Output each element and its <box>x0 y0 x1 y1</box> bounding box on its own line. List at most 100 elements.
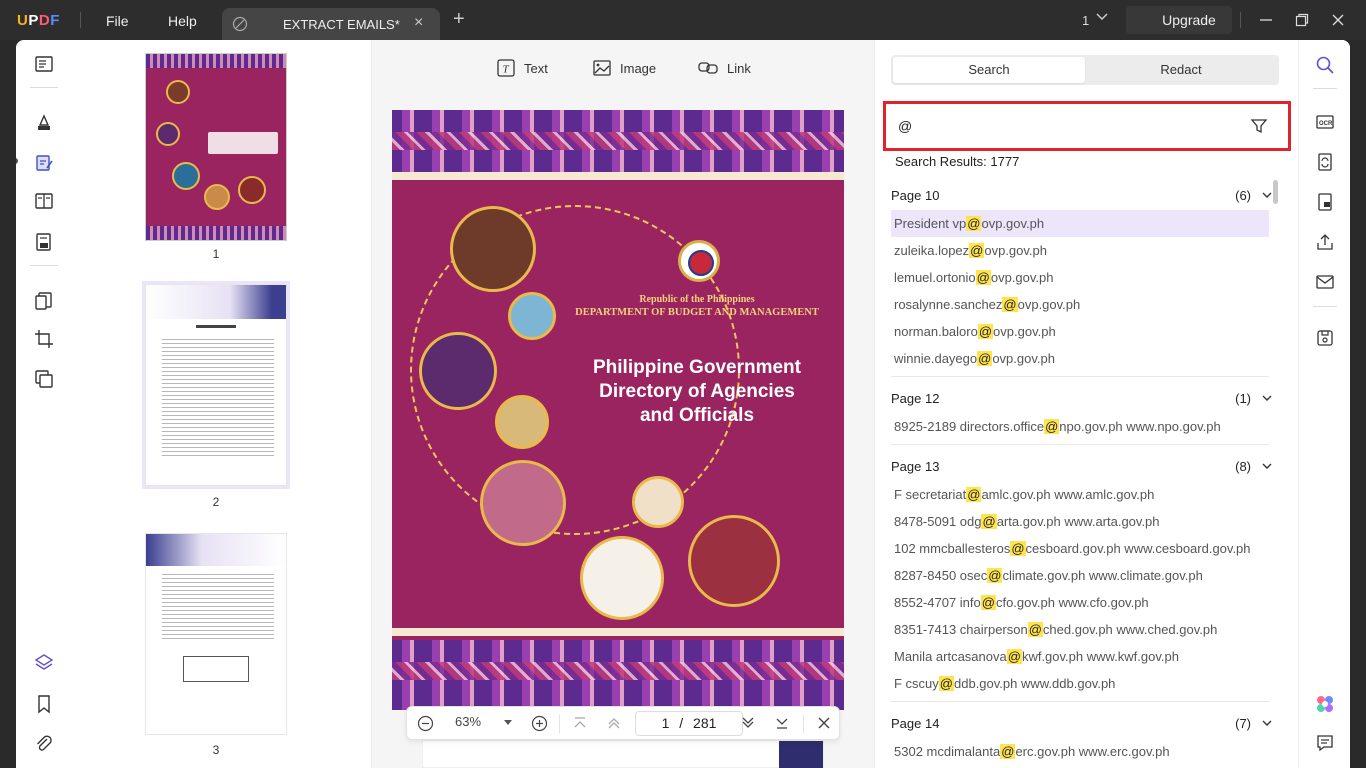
batch-tools-icon[interactable] <box>33 368 55 390</box>
page-organize-icon[interactable] <box>33 190 55 212</box>
search-result-item[interactable]: 8287-8450 osec@climate.gov.ph www.climat… <box>891 562 1275 589</box>
menu-file[interactable]: File <box>106 13 129 29</box>
result-text: Manila artcasanova <box>894 649 1007 664</box>
new-tab-icon[interactable]: + <box>453 9 465 29</box>
next-page-icon[interactable] <box>741 716 755 730</box>
previous-page-icon[interactable] <box>607 716 621 730</box>
filter-icon[interactable] <box>1250 117 1268 135</box>
menu-help[interactable]: Help <box>168 13 197 29</box>
ocr-icon[interactable]: OCR <box>1315 112 1335 132</box>
page-number-field[interactable]: 1 / 281 <box>635 711 743 736</box>
result-match: @ <box>977 324 994 339</box>
document-tab[interactable]: EXTRACT EMAILS* × <box>222 8 440 40</box>
form-fill-icon[interactable] <box>33 231 55 253</box>
search-result-item[interactable]: winnie.dayego@ovp.gov.ph <box>891 345 1275 372</box>
result-text: npo.gov.ph www.npo.gov.ph <box>1059 419 1221 434</box>
result-group-header[interactable]: Page 14 (7) <box>891 708 1275 738</box>
result-text: ovp.gov.ph <box>1017 297 1081 312</box>
search-results-list: Page 10 (6) President vp@ovp.gov.ph zule… <box>891 180 1275 768</box>
protect-icon[interactable] <box>1315 192 1335 212</box>
comment-highlighter-icon[interactable] <box>33 112 55 134</box>
email-icon[interactable] <box>1315 272 1335 292</box>
add-image-button[interactable]: Image <box>592 56 656 80</box>
search-result-item[interactable]: F cscuy@ddb.gov.ph www.ddb.gov.ph <box>891 670 1275 697</box>
share-icon[interactable] <box>1315 232 1335 252</box>
search-result-item[interactable]: 8925-2189 directors.office@npo.gov.ph ww… <box>891 413 1275 440</box>
result-group-header[interactable]: Page 12 (1) <box>891 383 1275 413</box>
fish-illustration <box>508 292 556 340</box>
zoom-level[interactable]: 63% <box>455 714 481 729</box>
flower-illustration <box>632 476 684 528</box>
reader-icon[interactable] <box>33 53 55 75</box>
search-result-item[interactable]: norman.baloro@ovp.gov.ph <box>891 318 1275 345</box>
close-window-icon[interactable] <box>1330 12 1346 28</box>
last-page-icon[interactable] <box>775 716 789 730</box>
right-toolbar: OCR <box>1298 40 1350 768</box>
search-result-item[interactable]: F secretariat@amlc.gov.ph www.amlc.gov.p… <box>891 481 1275 508</box>
result-match: @ <box>977 351 993 366</box>
group-divider <box>891 376 1269 377</box>
layers-icon[interactable] <box>33 652 55 674</box>
search-result-item[interactable]: zuleika.lopez@ovp.gov.ph <box>891 237 1275 264</box>
search-result-item[interactable]: lemuel.ortonio@ovp.gov.ph <box>891 264 1275 291</box>
bookmark-icon[interactable] <box>33 693 55 715</box>
search-result-item[interactable]: 102 mmcballesteros@cesboard.gov.ph www.c… <box>891 535 1275 562</box>
search-result-item[interactable]: President vp@ovp.gov.ph <box>891 210 1269 237</box>
decorative-border-top <box>392 110 844 172</box>
result-match: @ <box>969 243 985 258</box>
add-text-button[interactable]: T Text <box>496 56 548 80</box>
search-result-item[interactable]: Manila artcasanova@kwf.gov.ph www.kwf.go… <box>891 643 1275 670</box>
thumbnail-label: 3 <box>212 743 220 757</box>
thumb-header <box>146 534 286 566</box>
next-page-band <box>779 741 823 768</box>
crop-page-icon[interactable] <box>33 328 55 350</box>
result-text: ovp.gov.ph <box>981 216 1045 231</box>
minimize-icon[interactable] <box>1258 12 1274 28</box>
result-text: cesboard.gov.ph www.cesboard.gov.ph <box>1025 541 1251 556</box>
nav-separator <box>803 715 804 733</box>
restore-icon[interactable] <box>1294 12 1310 28</box>
result-group-header[interactable]: Page 10 (6) <box>891 180 1275 210</box>
group-divider <box>891 444 1269 445</box>
chevron-down-icon[interactable] <box>1261 460 1273 472</box>
comment-list-icon[interactable] <box>1315 733 1335 753</box>
thumbnail-label: 1 <box>212 247 220 261</box>
add-link-button[interactable]: Link <box>697 56 751 80</box>
image-tool-label: Image <box>620 60 657 76</box>
chevron-down-icon[interactable] <box>1261 717 1273 729</box>
chevron-down-icon[interactable] <box>1095 10 1109 24</box>
search-result-item[interactable]: rosalynne.sanchez@ovp.gov.ph <box>891 291 1275 318</box>
page-thumbnail-2[interactable] <box>145 284 287 486</box>
text-tool-label: Text <box>524 60 548 76</box>
save-icon[interactable] <box>1315 328 1335 348</box>
search-results-count: Search Results: 1777 <box>895 154 1020 169</box>
page-thumbnail-1[interactable] <box>145 53 287 241</box>
thumb-heading-line <box>196 325 236 328</box>
search-result-item[interactable]: 8351-7413 chairperson@ched.gov.ph www.ch… <box>891 616 1275 643</box>
edit-pdf-icon[interactable] <box>33 152 55 174</box>
search-result-item[interactable]: 8478-5091 odg@arta.gov.ph www.arta.gov.p… <box>891 508 1275 535</box>
window-count[interactable]: 1 <box>1082 13 1089 28</box>
chevron-down-icon[interactable] <box>1261 392 1273 404</box>
upgrade-button[interactable]: Upgrade <box>1126 6 1232 34</box>
tab-redact[interactable]: Redact <box>1085 57 1277 83</box>
search-input[interactable] <box>892 110 1282 142</box>
zoom-out-icon[interactable] <box>417 715 434 732</box>
result-group-header[interactable]: Page 13 (8) <box>891 451 1275 481</box>
ai-assistant-icon[interactable] <box>1315 694 1335 714</box>
tab-close-icon[interactable]: × <box>414 14 423 32</box>
first-page-icon[interactable] <box>573 716 587 730</box>
convert-icon[interactable] <box>1315 152 1335 172</box>
attachment-icon[interactable] <box>33 733 55 755</box>
search-result-item[interactable]: 8552-4707 info@cfo.gov.ph www.cfo.gov.ph <box>891 589 1275 616</box>
search-icon[interactable] <box>1315 55 1335 75</box>
zoom-in-icon[interactable] <box>531 715 548 732</box>
close-nav-icon[interactable] <box>817 716 831 730</box>
search-result-item[interactable]: 5302 mcdimalanta@erc.gov.ph www.erc.gov.… <box>891 738 1275 765</box>
chevron-down-icon[interactable] <box>1261 189 1273 201</box>
pdf-page-1[interactable]: Republic of the Philippines DEPARTMENT O… <box>392 110 844 710</box>
zoom-dropdown-icon[interactable] <box>503 719 513 727</box>
convert-pdf-icon[interactable] <box>33 290 55 312</box>
tab-search[interactable]: Search <box>893 57 1085 83</box>
page-thumbnail-3[interactable] <box>145 533 287 735</box>
